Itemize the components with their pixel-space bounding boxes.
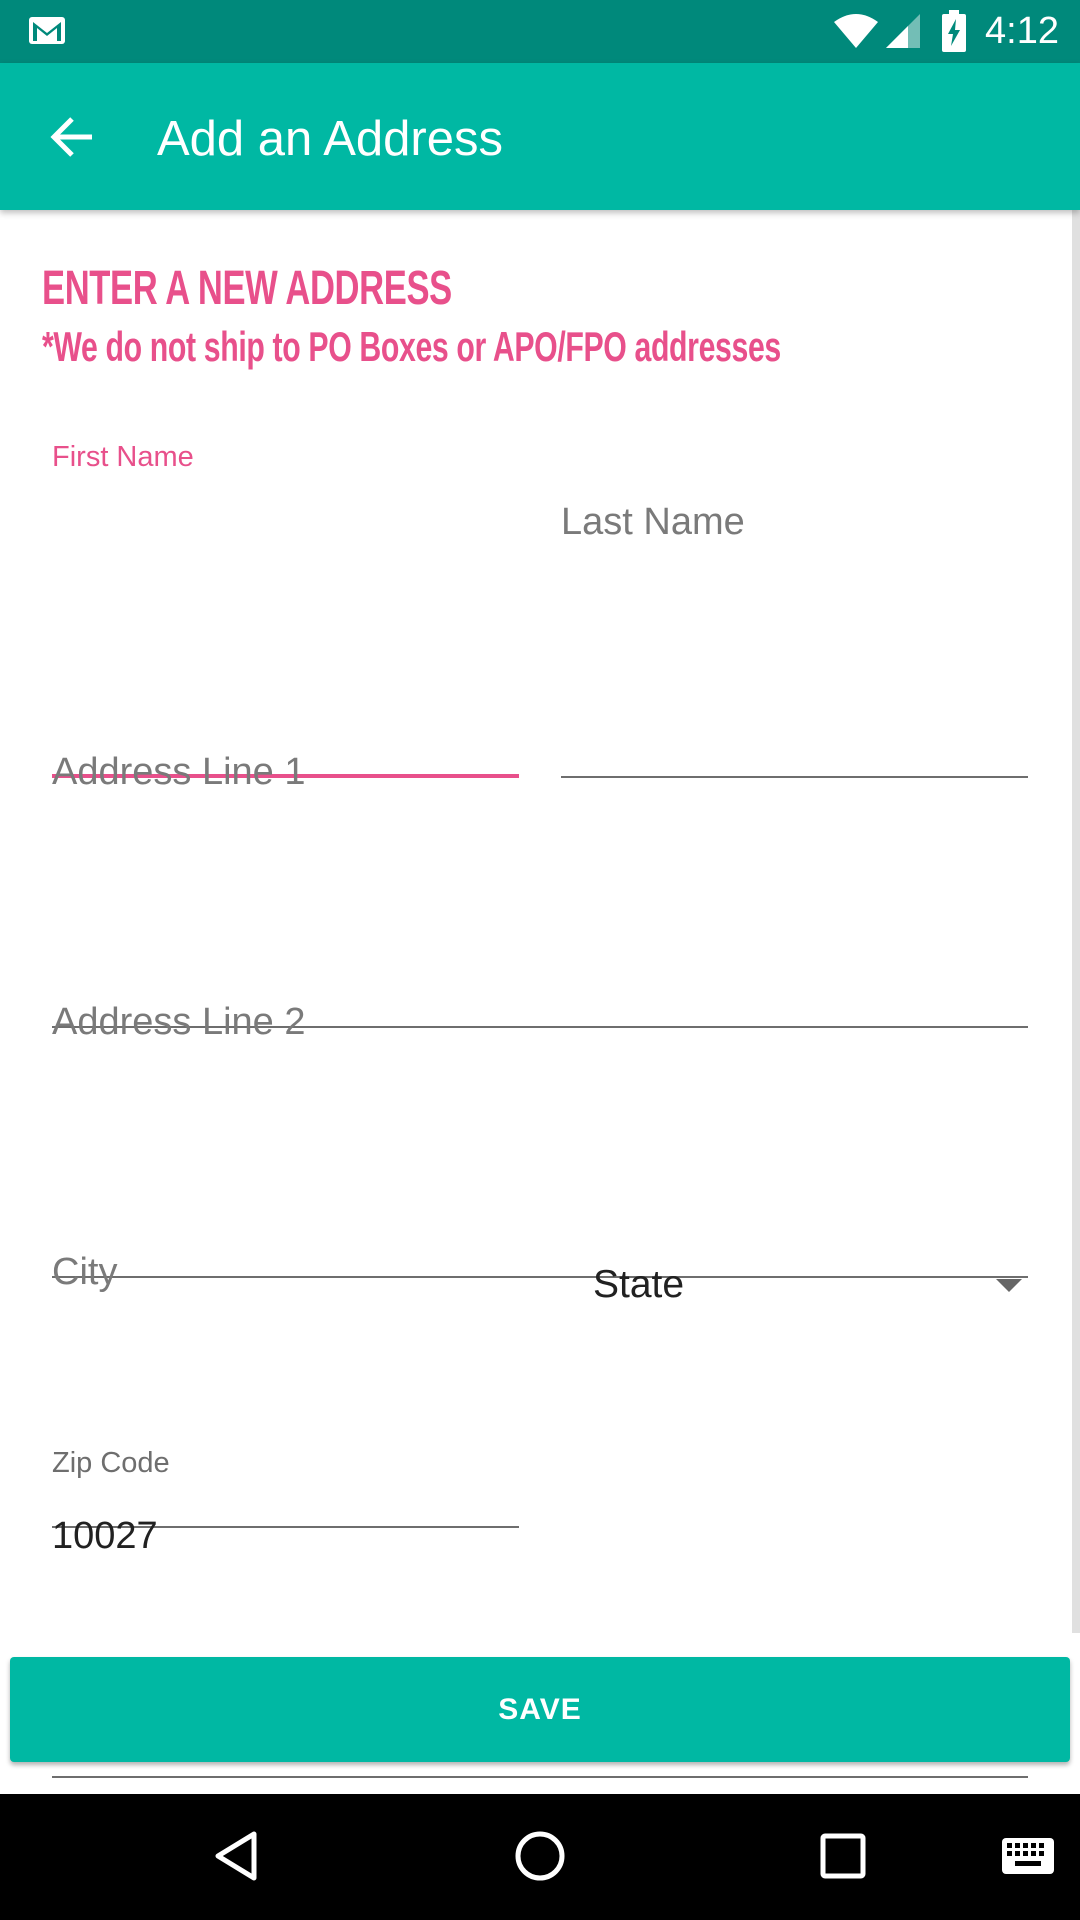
clock: 4:12 — [985, 10, 1059, 52]
save-button[interactable]: SAVE — [10, 1657, 1070, 1762]
city-placeholder: City — [52, 1251, 118, 1293]
home-circle-icon[interactable] — [514, 1830, 566, 1882]
shipping-restriction-note: *We do not ship to PO Boxes or APO/FPO a… — [42, 323, 781, 370]
last-name-placeholder: Last Name — [561, 501, 745, 543]
recents-square-icon[interactable] — [820, 1833, 866, 1879]
address-line-2-field[interactable]: Address Line 2 — [52, 1000, 1028, 1280]
save-button-label: SAVE — [498, 1692, 582, 1726]
signal-icon — [886, 14, 920, 48]
arrow-back-icon[interactable] — [48, 115, 96, 159]
form-heading: ENTER A NEW ADDRESS — [42, 262, 452, 315]
battery-charging-icon — [942, 10, 966, 52]
first-name-label: First Name — [52, 441, 194, 473]
status-bar: 4:12 — [0, 0, 1080, 63]
system-nav-bar — [0, 1794, 1080, 1920]
last-name-field[interactable]: Last Name — [561, 500, 1028, 780]
page-title: Add an Address — [157, 112, 503, 166]
state-dropdown[interactable]: State — [593, 1255, 1028, 1325]
back-triangle-icon[interactable] — [212, 1830, 260, 1882]
app-bar: Add an Address — [0, 63, 1080, 210]
first-name-field[interactable]: First Name — [52, 440, 519, 782]
address-line-2-placeholder: Address Line 2 — [52, 1001, 306, 1043]
zip-code-label: Zip Code — [52, 1447, 170, 1479]
address-line-1-field[interactable]: Address Line 1 — [52, 750, 1028, 1030]
keyboard-icon[interactable] — [1001, 1837, 1055, 1875]
dropdown-arrow-icon — [996, 1279, 1022, 1292]
gmail-icon — [29, 17, 65, 44]
zip-code-underline — [52, 1776, 1028, 1778]
state-selected-value: State — [593, 1263, 685, 1306]
scrollbar[interactable] — [1072, 210, 1080, 1633]
wifi-icon — [834, 14, 878, 48]
address-form: ENTER A NEW ADDRESS *We do not ship to P… — [0, 210, 1080, 1778]
zip-code-value: 10027 — [52, 1515, 158, 1557]
form-heading-block: ENTER A NEW ADDRESS *We do not ship to P… — [42, 260, 781, 376]
address-line-1-placeholder: Address Line 1 — [52, 751, 306, 793]
